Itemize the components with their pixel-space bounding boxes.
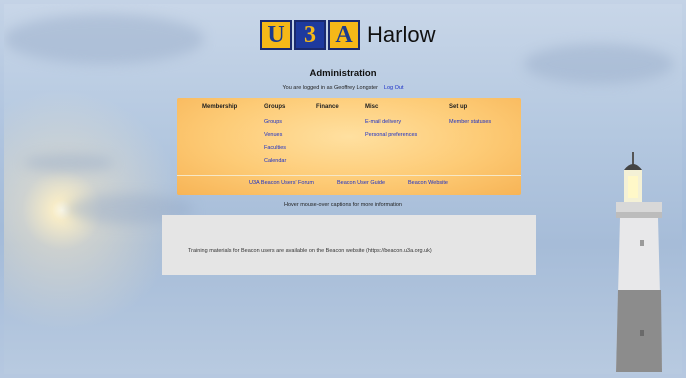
logged-in-text: You are logged in as Geoffrey Longster: [282, 85, 378, 91]
cloud-shape: [24, 154, 114, 172]
logo-letter-a: A: [328, 20, 360, 50]
info-panel: Training materials for Beacon users are …: [162, 215, 536, 275]
menu-heading-finance[interactable]: Finance: [316, 104, 339, 110]
info-text: Training materials for Beacon users are …: [188, 248, 432, 254]
logout-link[interactable]: Log Out: [384, 85, 404, 91]
menu-link-groups[interactable]: Groups: [264, 119, 282, 125]
cloud-shape: [4, 14, 204, 64]
hover-note: Hover mouse-over captions for more infor…: [284, 202, 402, 208]
footer-link-forum[interactable]: U3A Beacon Users' Forum: [249, 180, 314, 186]
u3a-logo[interactable]: U 3 A: [260, 20, 362, 50]
menu-heading-membership[interactable]: Membership: [202, 104, 237, 110]
login-status: You are logged in as Geoffrey Longster Lo…: [0, 85, 686, 91]
menu-link-personal-preferences[interactable]: Personal preferences: [365, 132, 417, 138]
menu-heading-misc[interactable]: Misc: [365, 104, 378, 110]
page-title: Administration: [309, 68, 377, 79]
site-name: Harlow: [367, 22, 436, 47]
admin-menu: Membership Groups Groups Venues Facultie…: [177, 98, 521, 195]
menu-link-venues[interactable]: Venues: [264, 132, 282, 138]
menu-link-calendar[interactable]: Calendar: [264, 158, 286, 164]
logo-letter-3: 3: [294, 20, 326, 50]
menu-link-member-statuses[interactable]: Member statuses: [449, 119, 491, 125]
menu-link-faculties[interactable]: Faculties: [264, 145, 286, 151]
lighthouse-image: [616, 152, 662, 372]
menu-divider: [177, 175, 521, 176]
menu-link-email-delivery[interactable]: E-mail delivery: [365, 119, 401, 125]
menu-heading-setup[interactable]: Set up: [449, 104, 467, 110]
footer-link-user-guide[interactable]: Beacon User Guide: [337, 180, 385, 186]
footer-link-beacon-website[interactable]: Beacon Website: [408, 180, 448, 186]
menu-heading-groups[interactable]: Groups: [264, 104, 285, 110]
logo-letter-u: U: [260, 20, 292, 50]
